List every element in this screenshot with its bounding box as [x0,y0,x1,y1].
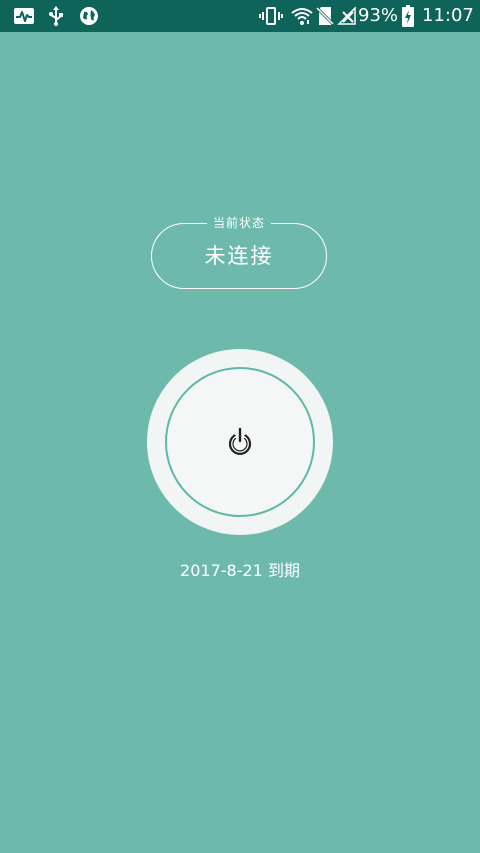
battery-charging-icon [400,0,416,32]
expiry-date: 2017-8-21 到期 [180,561,300,580]
battery-percent: 93% [358,5,399,26]
no-sim-icon [314,0,336,32]
clock: 11:07 [422,5,474,26]
connect-button-inner-ring[interactable] [165,367,315,517]
status-bar: 93% 11:07 [0,0,480,32]
connect-button[interactable] [147,349,333,535]
status-value: 未连接 [204,244,274,268]
no-signal-icon [336,0,358,32]
wifi-icon [290,0,314,32]
power-icon [228,427,252,455]
vibrate-icon [258,0,284,32]
status-label: 当前状态 [206,215,272,231]
activity-monitor-icon [12,0,36,32]
connection-status-pill: 当前状态 未连接 [151,215,327,289]
usb-icon [46,0,66,32]
globe-icon [78,0,100,32]
